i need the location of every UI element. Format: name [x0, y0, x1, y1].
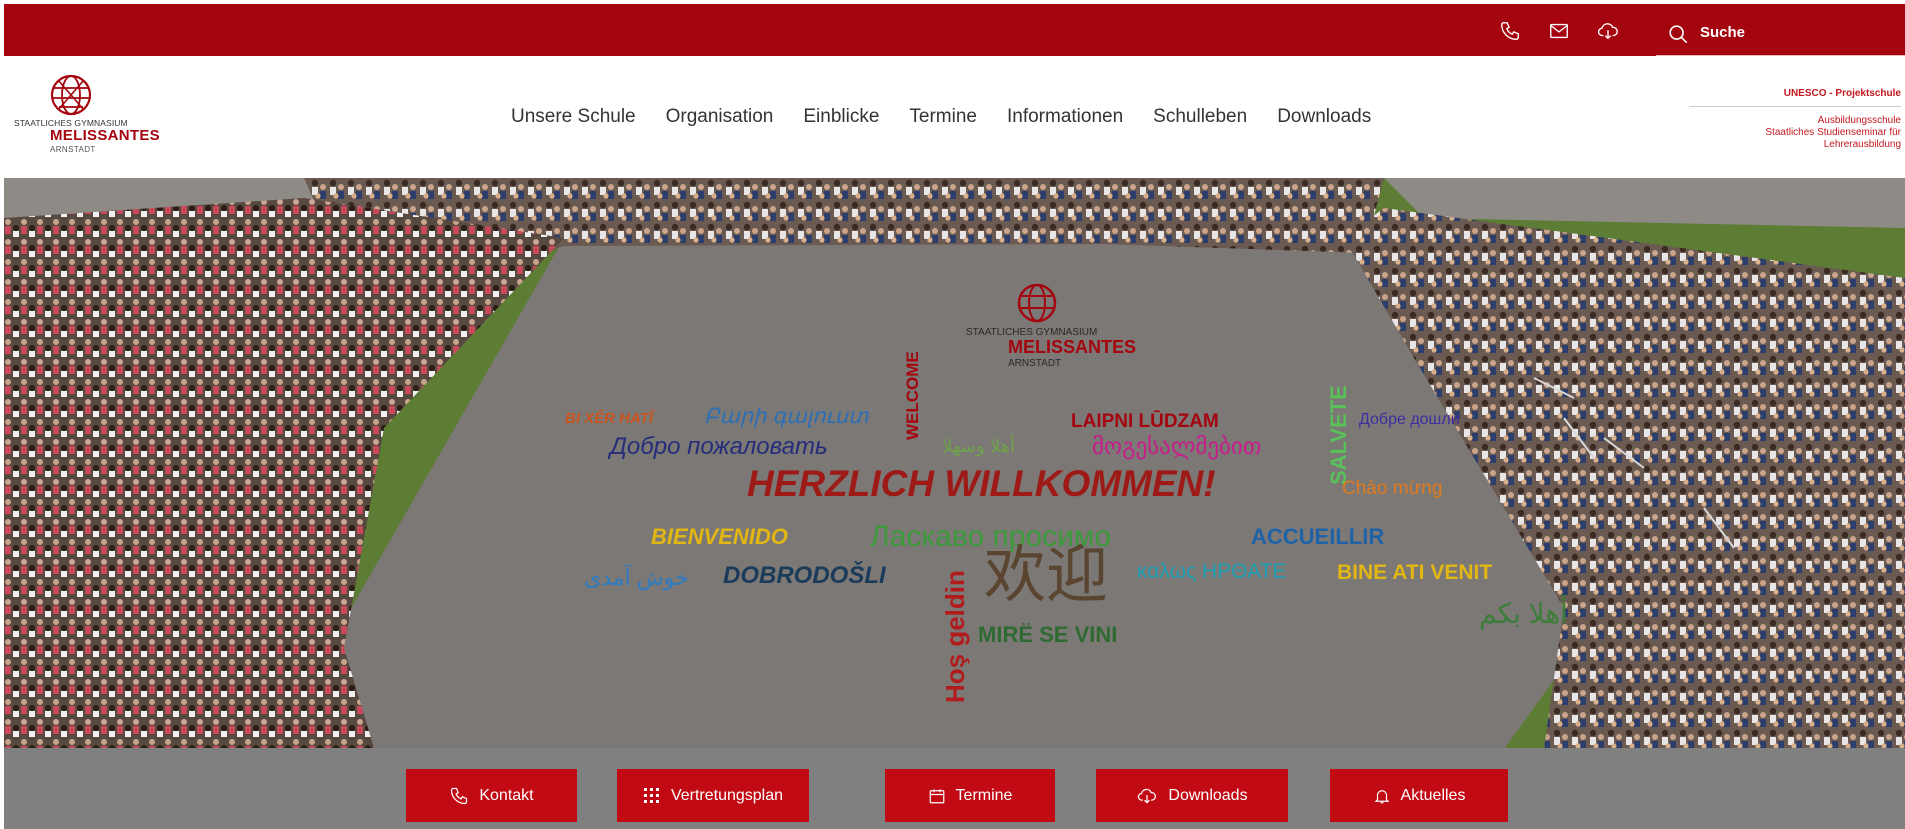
search-field[interactable]: Suche: [1656, 16, 1905, 56]
bell-icon: [1374, 789, 1389, 803]
svg-text:BINE ATI VENIT: BINE ATI VENIT: [1337, 561, 1492, 584]
svg-text:MELISSANTES: MELISSANTES: [1008, 337, 1136, 357]
svg-text:ACCUEILLIR: ACCUEILLIR: [1251, 524, 1384, 549]
quicklink-label: Termine: [955, 786, 1013, 804]
ausbildung-line1[interactable]: Ausbildungsschule: [1689, 115, 1901, 127]
top-utility-bar: Suche: [4, 4, 1905, 56]
grid-icon: [643, 787, 659, 803]
cloud-download-icon[interactable]: [1597, 20, 1619, 42]
svg-text:მოგესალმებით: მოგესალმებით: [1092, 433, 1261, 460]
unesco-link[interactable]: UNESCO - Projektschule: [1689, 88, 1901, 99]
cloud-download-icon: [1138, 788, 1157, 804]
svg-text:LAIPNI LŪDZAM: LAIPNI LŪDZAM: [1071, 411, 1219, 432]
logo-name: MELISSANTES: [50, 127, 160, 144]
hero-welcome-scene: STAATLICHES GYMNASIUM MELISSANTES ARNSTA…: [4, 178, 1905, 748]
svg-text:خوش آمدی: خوش آمدی: [584, 564, 689, 591]
globe-logo-icon: [50, 74, 92, 116]
svg-text:أهلا بكم: أهلا بكم: [1479, 595, 1568, 630]
quicklink-label: Aktuelles: [1400, 786, 1466, 804]
school-logo[interactable]: STAATLICHES GYMNASIUM MELISSANTES ARNSTA…: [14, 74, 164, 154]
quicklink-termine[interactable]: Termine: [885, 769, 1055, 822]
quicklink-kontakt[interactable]: Kontakt: [406, 769, 577, 822]
phone-icon[interactable]: [1499, 20, 1521, 42]
nav-einblicke[interactable]: Einblicke: [803, 106, 879, 128]
calendar-icon: [929, 788, 944, 803]
nav-unsere-schule[interactable]: Unsere Schule: [511, 106, 636, 128]
school-accreditations: UNESCO - Projektschule Ausbildungsschule…: [1689, 88, 1901, 151]
search-label: Suche: [1700, 24, 1746, 41]
hero-image: STAATLICHES GYMNASIUM MELISSANTES ARNSTA…: [4, 178, 1905, 748]
quicklink-downloads[interactable]: Downloads: [1096, 769, 1288, 822]
phone-icon: [451, 787, 468, 804]
logo-city: ARNSTADT: [50, 145, 96, 154]
mail-icon[interactable]: [1548, 20, 1570, 42]
divider: [1689, 106, 1901, 107]
svg-text:BIENVENIDO: BIENVENIDO: [651, 524, 788, 549]
nav-organisation[interactable]: Organisation: [666, 106, 774, 128]
svg-text:BI XÊR HATÎ: BI XÊR HATÎ: [565, 409, 656, 427]
svg-text:WELCOME: WELCOME: [903, 351, 922, 440]
svg-text:Բարի գալուստ: Բարի գալուստ: [704, 405, 869, 428]
quicklink-label: Vertretungsplan: [670, 786, 784, 804]
ausbildung-line2[interactable]: Staatliches Studienseminar für Lehreraus…: [1689, 127, 1901, 151]
svg-text:καλως ΗΡΘΑΤΕ: καλως ΗΡΘΑΤΕ: [1137, 560, 1286, 583]
quicklink-label: Kontakt: [479, 786, 534, 804]
svg-text:MIRË SE VINI: MIRË SE VINI: [978, 622, 1117, 647]
svg-text:أهلا وسهلا: أهلا وسهلا: [942, 434, 1015, 457]
nav-downloads[interactable]: Downloads: [1277, 106, 1371, 128]
quicklink-aktuelles[interactable]: Aktuelles: [1330, 769, 1508, 822]
quicklink-label: Downloads: [1168, 786, 1248, 804]
search-icon: [1669, 25, 1688, 44]
nav-informationen[interactable]: Informationen: [1007, 106, 1123, 128]
svg-text:Добро пожаловать: Добро пожаловать: [607, 433, 828, 460]
svg-text:HERZLICH WILLKOMMEN!: HERZLICH WILLKOMMEN!: [747, 463, 1216, 504]
nav-schulleben[interactable]: Schulleben: [1153, 106, 1247, 128]
nav-termine[interactable]: Termine: [909, 106, 977, 128]
svg-text:Добре дошли: Добре дошли: [1359, 411, 1460, 428]
svg-text:ARNSTADT: ARNSTADT: [1008, 358, 1061, 369]
svg-text:SALVETE: SALVETE: [1326, 385, 1351, 485]
svg-text:DOBRODOŠLI: DOBRODOŠLI: [723, 561, 887, 589]
main-navigation: Unsere Schule Organisation Einblicke Ter…: [511, 106, 1401, 128]
svg-text:欢迎: 欢迎: [984, 538, 1108, 611]
svg-text:Hoş geldin: Hoş geldin: [940, 570, 970, 703]
quicklinks-bar: Kontakt Vertretungsplan Termine Download…: [4, 748, 1905, 829]
site-header: STAATLICHES GYMNASIUM MELISSANTES ARNSTA…: [0, 56, 1905, 176]
svg-text:Chào mừng: Chào mừng: [1342, 478, 1442, 499]
quicklink-vertretungsplan[interactable]: Vertretungsplan: [617, 769, 809, 822]
